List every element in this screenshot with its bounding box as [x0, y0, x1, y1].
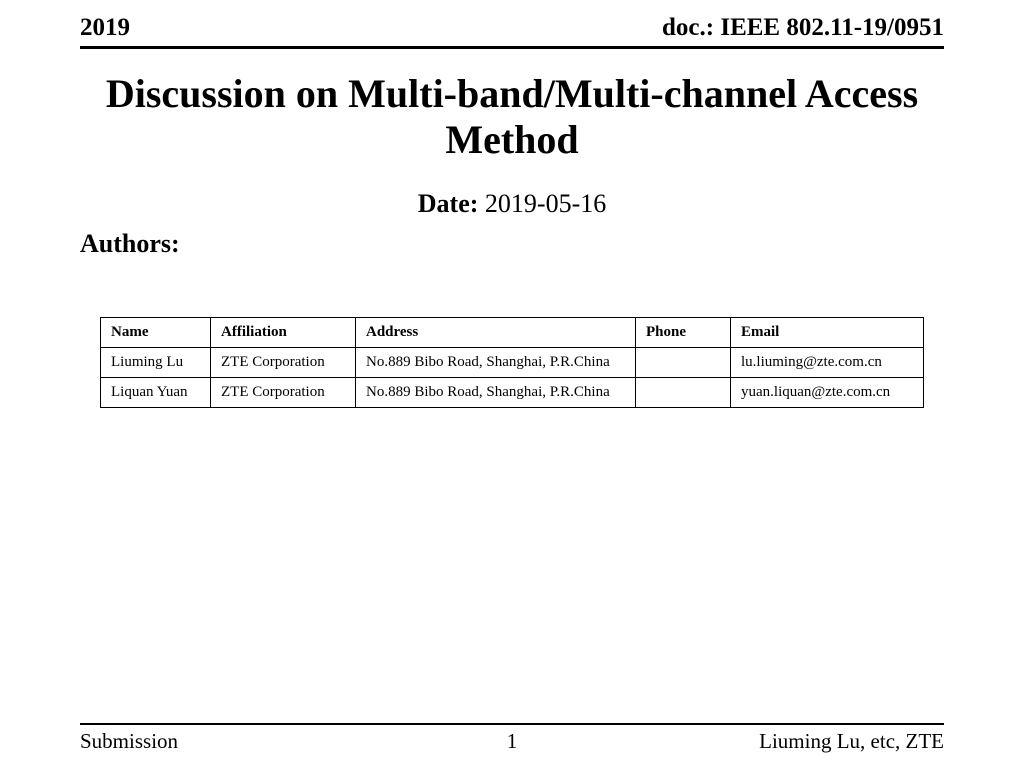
cell-address: No.889 Bibo Road, Shanghai, P.R.China [356, 378, 636, 408]
footer-rule [80, 723, 944, 725]
footer: Submission 1 Liuming Lu, etc, ZTE [80, 723, 944, 754]
th-email: Email [731, 318, 924, 348]
th-phone: Phone [636, 318, 731, 348]
authors-table: Name Affiliation Address Phone Email Liu… [100, 317, 924, 408]
footer-center: 1 [80, 729, 944, 754]
th-name: Name [101, 318, 211, 348]
cell-address: No.889 Bibo Road, Shanghai, P.R.China [356, 348, 636, 378]
th-address: Address [356, 318, 636, 348]
cell-phone [636, 348, 731, 378]
table-row: Liquan Yuan ZTE Corporation No.889 Bibo … [101, 378, 924, 408]
cell-affiliation: ZTE Corporation [211, 348, 356, 378]
cell-email: lu.liuming@zte.com.cn [731, 348, 924, 378]
header-rule [80, 46, 944, 49]
th-affiliation: Affiliation [211, 318, 356, 348]
table-header-row: Name Affiliation Address Phone Email [101, 318, 924, 348]
slide-page: 2019 doc.: IEEE 802.11-19/0951 Discussio… [0, 0, 1024, 768]
cell-email: yuan.liquan@zte.com.cn [731, 378, 924, 408]
table-row: Liuming Lu ZTE Corporation No.889 Bibo R… [101, 348, 924, 378]
cell-phone [636, 378, 731, 408]
cell-affiliation: ZTE Corporation [211, 378, 356, 408]
footer-row: Submission 1 Liuming Lu, etc, ZTE [80, 729, 944, 754]
date-value: 2019-05-16 [485, 189, 606, 218]
date-line: Date: 2019-05-16 [80, 189, 944, 219]
authors-table-wrap: Name Affiliation Address Phone Email Liu… [100, 317, 924, 408]
date-label: Date: [418, 189, 479, 218]
authors-label: Authors: [80, 229, 944, 259]
header-right: doc.: IEEE 802.11-19/0951 [662, 14, 944, 42]
cell-name: Liuming Lu [101, 348, 211, 378]
document-title: Discussion on Multi-band/Multi-channel A… [80, 71, 944, 163]
header-row: 2019 doc.: IEEE 802.11-19/0951 [80, 0, 944, 42]
cell-name: Liquan Yuan [101, 378, 211, 408]
header-left: 2019 [80, 14, 130, 42]
